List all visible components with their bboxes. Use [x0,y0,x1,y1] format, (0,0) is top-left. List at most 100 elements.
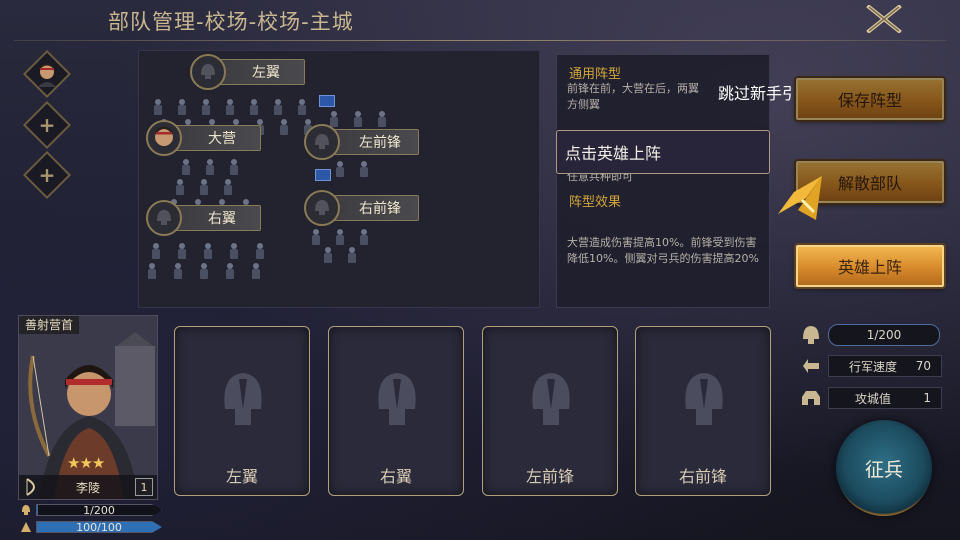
plus-icon: + [38,163,56,187]
hero-slot-1[interactable] [22,49,72,99]
unit-tag-main-camp[interactable]: 大营 [146,120,261,156]
hero-card[interactable]: 善射营首 ★★★ 李陵 1 [18,315,158,500]
hero-title: 善射营首 [19,316,80,334]
soldier-figure [279,119,289,135]
soldier-figure [329,111,339,127]
hero-stamina-text: 100/100 [76,520,122,534]
soldier-figure [273,99,283,115]
unit-label: 大营 [208,131,236,147]
general-formation-desc: 前锋在前，大营在后，两翼 [567,82,699,95]
hero-portrait-icon [38,63,56,87]
hero-slot-2[interactable]: + [22,100,72,150]
tutorial-hint-box: 点击英雄上阵 [556,130,770,174]
unit-label: 右翼 [208,211,236,227]
bow-icon [26,478,35,496]
soldier-figure [347,247,357,263]
soldier-figure [359,161,369,177]
levy-troops-button[interactable]: 征兵 [836,420,932,516]
helmet-icon [304,190,340,226]
helmet-icon [803,326,819,344]
soldier-figure [203,243,213,259]
helmet-icon [22,505,30,515]
hero-troop-bar: 1/200 [36,504,162,516]
unit-tag-left-vanguard[interactable]: 左前锋 [304,124,419,160]
banner-flag [319,95,335,107]
soldier-figure [359,229,369,245]
march-speed-icon [803,359,819,373]
soldier-figure [353,111,363,127]
soldier-figure [323,247,333,263]
helmet-icon [685,373,723,425]
stamina-icon [21,522,31,532]
soldier-figure [175,179,185,195]
slot-left-wing[interactable]: 左翼 [174,326,310,496]
close-button[interactable] [862,2,906,36]
general-formation-desc-2: 方侧翼 [567,98,600,111]
soldier-figure [225,263,235,279]
soldier-figure [201,99,211,115]
stat-label: 攻城值 [855,391,892,406]
soldier-figure [251,263,261,279]
soldier-figure [311,229,321,245]
formation-effect-desc: 大营造成伤害提高10%。前锋受到伤害降低10%。侧翼对弓兵的伤害提高20% [567,236,759,265]
soldier-figure [249,99,259,115]
helmet-icon [304,124,340,160]
stat-siege-row: 攻城值 1 [800,386,942,410]
helmet-icon [378,373,416,425]
stat-troops: 1/200 [828,324,940,346]
hero-troop-text: 1/200 [83,503,115,517]
slot-label: 左翼 [225,467,258,486]
soldier-figure [177,243,187,259]
soldier-figure [335,161,345,177]
banner-flag [315,169,331,181]
page-title: 部队管理-校场-校场-主城 [108,10,354,34]
hero-troop-bar-row: 1/200 [20,503,162,517]
unit-label: 右前锋 [359,201,401,217]
soldier-figure [147,263,157,279]
hero-name: 李陵 [75,480,100,495]
helmet-icon [532,373,570,425]
stat-march-speed-box: 行军速度 70 [828,355,942,377]
soldier-figure [177,99,187,115]
unit-tag-right-vanguard[interactable]: 右前锋 [304,190,419,226]
deploy-hero-button[interactable]: 英雄上阵 [796,245,944,287]
soldier-figure [229,159,239,175]
hero-level: 1 [135,478,153,496]
soldier-figure [223,179,233,195]
hero-slot-3[interactable]: + [22,150,72,200]
soldier-figure [173,263,183,279]
soldier-figure [297,99,307,115]
hero-stamina-bar-row: 100/100 [20,520,162,534]
tutorial-pointer-arrow-icon [778,176,822,220]
slot-left-vanguard[interactable]: 左前锋 [482,326,618,496]
soldier-figure [205,159,215,175]
formation-map: 左翼 大营 左前锋 右翼 右前锋 [138,50,540,308]
slot-right-wing[interactable]: 右翼 [328,326,464,496]
soldier-figure [199,179,209,195]
hero-stamina-bar: 100/100 [36,521,162,533]
siege-icon [802,391,820,405]
unit-tag-left-wing[interactable]: 左翼 [190,54,305,90]
stat-value: 70 [915,359,931,373]
save-formation-button[interactable]: 保存阵型 [796,78,944,120]
unit-label: 左前锋 [359,135,401,151]
hero-portrait [19,316,157,499]
hero-stars: ★★★ [67,454,105,472]
stat-march-speed-row: 行军速度 70 [800,354,942,378]
header-divider [14,40,946,41]
slot-label: 右前锋 [678,467,727,486]
slot-label: 左前锋 [525,467,574,486]
unit-label: 左翼 [252,65,280,81]
helmet-icon [190,54,226,90]
close-x-icon [866,5,902,33]
hero-portrait-icon [146,120,182,156]
unit-tag-right-wing[interactable]: 右翼 [146,200,261,236]
soldier-figure [377,111,387,127]
stat-label: 行军速度 [849,359,898,374]
slot-right-vanguard[interactable]: 右前锋 [635,326,771,496]
stat-value: 1 [923,391,931,405]
helmet-icon [146,200,182,236]
general-formation-title: 通用阵型 [569,67,622,82]
formation-effect-title: 阵型效果 [569,195,622,210]
soldier-figure [335,229,345,245]
